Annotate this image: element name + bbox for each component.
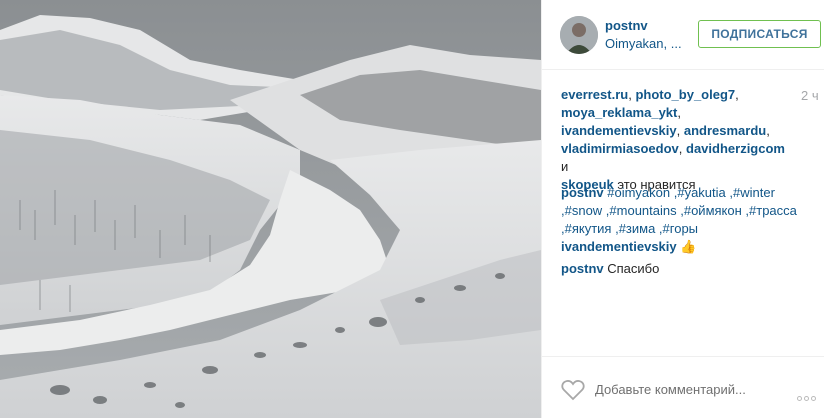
comment: postnv #oimyakon ,#yakutia ,#winter ,#sn… <box>561 184 811 238</box>
like-user-link[interactable]: davidherzigcom <box>686 141 785 156</box>
follow-button[interactable]: ПОДПИСАТЬСЯ <box>698 20 821 48</box>
avatar-image <box>560 16 598 54</box>
like-user-link[interactable]: vladimirmiasoedov <box>561 141 679 156</box>
comment: postnv Спасибо <box>561 260 811 278</box>
likes-list: everrest.ru, photo_by_oleg7, moya_reklam… <box>561 87 785 192</box>
like-user-link[interactable]: andresmardu <box>684 123 766 138</box>
heart-icon[interactable] <box>561 379 585 401</box>
like-user-link[interactable]: everrest.ru <box>561 87 628 102</box>
dot-icon <box>811 396 816 401</box>
like-user-link[interactable]: moya_reklama_ykt <box>561 105 677 120</box>
comment-text: Спасибо <box>607 261 660 276</box>
comment-user-link[interactable]: ivandementievskiy <box>561 239 677 254</box>
comment-text: 👍 <box>680 239 697 254</box>
post-footer: Добавьте комментарий... <box>542 356 824 418</box>
add-comment-input[interactable]: Добавьте комментарий... <box>595 382 746 397</box>
post-sidebar: postnv Oimyakan, ... ПОДПИСАТЬСЯ everres… <box>541 0 824 418</box>
dot-icon <box>797 396 802 401</box>
more-options-icon[interactable] <box>797 388 821 401</box>
comment: ivandementievskiy 👍 <box>561 238 811 256</box>
post-header: postnv Oimyakan, ... ПОДПИСАТЬСЯ <box>542 0 824 70</box>
likes-and-word: и <box>561 159 569 174</box>
comment-user-link[interactable]: postnv <box>561 185 604 200</box>
location-link[interactable]: Oimyakan, ... <box>605 36 682 51</box>
post-photo[interactable] <box>0 0 541 418</box>
comment-user-link[interactable]: postnv <box>561 261 604 276</box>
snowy-mountain-valley-image <box>0 0 541 418</box>
dot-icon <box>804 396 809 401</box>
username-link[interactable]: postnv <box>605 18 648 33</box>
like-user-link[interactable]: ivandementievskiy <box>561 123 677 138</box>
like-user-link[interactable]: photo_by_oleg7 <box>635 87 735 102</box>
avatar[interactable] <box>560 16 598 54</box>
post-time[interactable]: 2 ч <box>801 88 819 103</box>
